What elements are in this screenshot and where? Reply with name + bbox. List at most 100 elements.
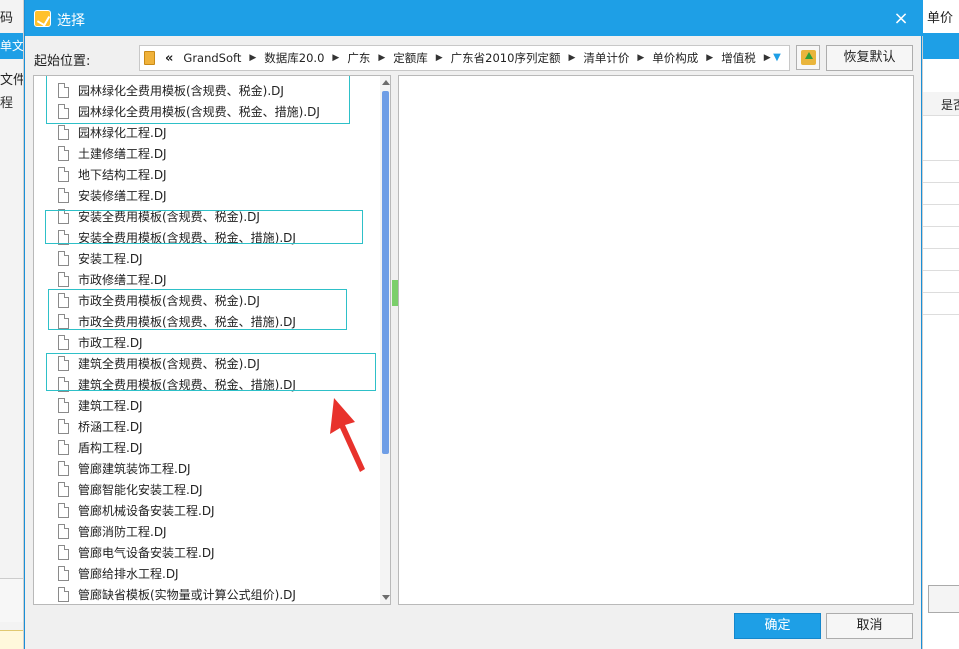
file-name: 市政修缮工程.DJ [78,273,167,287]
background-left-tab: 文件 [0,73,24,88]
file-item[interactable]: 市政全费用模板(含规费、税金).DJ [34,290,380,311]
vertical-scrollbar[interactable] [380,76,390,604]
close-icon[interactable]: × [889,7,913,31]
file-icon [58,566,69,581]
grid-line [923,270,959,271]
breadcrumb-item[interactable]: 增值税 ▶ [721,50,770,66]
grid-line [923,248,959,249]
file-icon [58,377,69,392]
file-name: 管廊机械设备安装工程.DJ [78,504,215,518]
scroll-up-icon[interactable] [382,80,390,85]
file-item[interactable]: 管廊智能化安装工程.DJ [34,479,380,500]
file-item[interactable]: 园林绿化全费用模板(含规费、税金、措施).DJ [34,101,380,122]
file-name: 安装工程.DJ [78,252,143,266]
cancel-button[interactable]: 取消 [826,613,913,639]
background-left-title: 码 [0,11,14,26]
file-item[interactable]: 管廊消防工程.DJ [34,521,380,542]
chevron-right-icon[interactable]: ▶ [332,53,339,63]
ok-button[interactable]: 确定 [734,613,821,639]
file-item[interactable]: 盾构工程.DJ [34,437,380,458]
file-item[interactable]: 桥涵工程.DJ [34,416,380,437]
chevron-right-icon[interactable]: ▶ [378,53,385,63]
file-item[interactable]: 园林绿化全费用模板(含规费、税金).DJ [34,80,380,101]
file-list[interactable]: 园林绿化全费用模板(含规费、税金).DJ 园林绿化全费用模板(含规费、税金、措施)… [33,75,391,605]
file-name: 园林绿化全费用模板(含规费、税金).DJ [78,84,284,98]
file-item[interactable]: 市政全费用模板(含规费、税金、措施).DJ [34,311,380,332]
dialog-title: 选择 [57,13,85,29]
background-right-column: 是否 [941,98,959,112]
file-name: 土建修缮工程.DJ [78,147,167,161]
file-item[interactable]: 园林绿化工程.DJ [34,122,380,143]
background-right-button[interactable] [928,585,959,613]
file-icon [58,440,69,455]
breadcrumb-item[interactable]: 定额库 ▶ [393,50,442,66]
file-item[interactable]: 土建修缮工程.DJ [34,143,380,164]
scroll-thumb[interactable] [382,91,389,454]
file-icon [58,482,69,497]
folder-icon [144,51,155,65]
grid-line [923,182,959,183]
file-name: 园林绿化全费用模板(含规费、税金、措施).DJ [78,105,320,119]
file-name: 建筑工程.DJ [78,399,143,413]
file-item[interactable]: 建筑全费用模板(含规费、税金).DJ [34,353,380,374]
breadcrumb-item[interactable]: 清单计价 ▶ [583,50,644,66]
file-icon [58,524,69,539]
file-name: 安装全费用模板(含规费、税金、措施).DJ [78,231,296,245]
up-folder-button[interactable] [796,45,820,70]
file-name: 桥涵工程.DJ [78,420,143,434]
file-name: 市政工程.DJ [78,336,143,350]
file-name: 安装修缮工程.DJ [78,189,167,203]
file-name: 安装全费用模板(含规费、税金).DJ [78,210,260,224]
file-item[interactable]: 管廊电气设备安装工程.DJ [34,542,380,563]
chevron-right-icon[interactable]: ▶ [249,53,256,63]
chevron-right-icon[interactable]: ▶ [436,53,443,63]
path-row: 起始位置: « GrandSoft ▶ 数据库20.0 ▶ 广东 ▶ 定额库 ▶ 广东省… [25,44,923,72]
breadcrumb-item[interactable]: GrandSoft ▶ [183,51,256,65]
select-dialog: 选择 × 起始位置: « GrandSoft ▶ 数据库20.0 ▶ 广东 ▶ 定额库… [24,0,923,649]
chevron-right-icon[interactable]: ▶ [637,53,644,63]
breadcrumb-overflow[interactable]: « [165,51,173,66]
preview-pane [398,75,914,605]
background-left-panel: 码 单文件 文件 程 [0,0,24,649]
file-item[interactable]: 地下结构工程.DJ [34,164,380,185]
file-name: 管廊电气设备安装工程.DJ [78,546,215,560]
breadcrumb-item[interactable]: 单价构成 ▶ [652,50,713,66]
file-item[interactable]: 管廊机械设备安装工程.DJ [34,500,380,521]
file-icon [58,419,69,434]
file-name: 市政全费用模板(含规费、税金、措施).DJ [78,315,296,329]
file-icon [58,587,69,602]
file-name: 地下结构工程.DJ [78,168,167,182]
file-name: 盾构工程.DJ [78,441,143,455]
chevron-right-icon[interactable]: ▶ [706,53,713,63]
file-item[interactable]: 市政修缮工程.DJ [34,269,380,290]
breadcrumb[interactable]: « GrandSoft ▶ 数据库20.0 ▶ 广东 ▶ 定额库 ▶ 广东省2010序列… [139,45,790,71]
chevron-right-icon[interactable]: ▶ [568,53,575,63]
breadcrumb-item[interactable]: 广东 ▶ [347,50,385,66]
file-item[interactable]: 安装修缮工程.DJ [34,185,380,206]
file-item[interactable]: 管廊缺省模板(实物量或计算公式组价).DJ [34,584,380,604]
file-item[interactable]: 安装全费用模板(含规费、税金、措施).DJ [34,227,380,248]
breadcrumb-item[interactable]: 数据库20.0 ▶ [264,50,339,66]
file-item[interactable]: 管廊给排水工程.DJ [34,563,380,584]
file-list-items: 园林绿化全费用模板(含规费、税金).DJ 园林绿化全费用模板(含规费、税金、措施)… [34,80,380,604]
file-icon [58,83,69,98]
file-item[interactable]: 市政工程.DJ [34,332,380,353]
scroll-down-icon[interactable] [382,595,390,600]
grid-line [923,204,959,205]
file-item[interactable]: 管廊建筑装饰工程.DJ [34,458,380,479]
file-item[interactable]: 建筑全费用模板(含规费、税金、措施).DJ [34,374,380,395]
file-item[interactable]: 建筑工程.DJ [34,395,380,416]
file-icon [58,314,69,329]
file-item[interactable]: 安装工程.DJ [34,248,380,269]
file-icon [58,209,69,224]
file-icon [58,188,69,203]
chevron-down-icon[interactable]: ▼ [768,51,786,65]
dialog-titlebar[interactable]: 选择 × [25,0,923,36]
background-left-item: 程 [0,96,14,111]
file-icon [58,272,69,287]
file-item[interactable]: 安装全费用模板(含规费、税金).DJ [34,206,380,227]
breadcrumb-item[interactable]: 广东省2010序列定额 ▶ [451,50,576,66]
file-icon [58,167,69,182]
restore-default-button[interactable]: 恢复默认 [826,45,913,71]
app-logo-icon [34,10,51,27]
